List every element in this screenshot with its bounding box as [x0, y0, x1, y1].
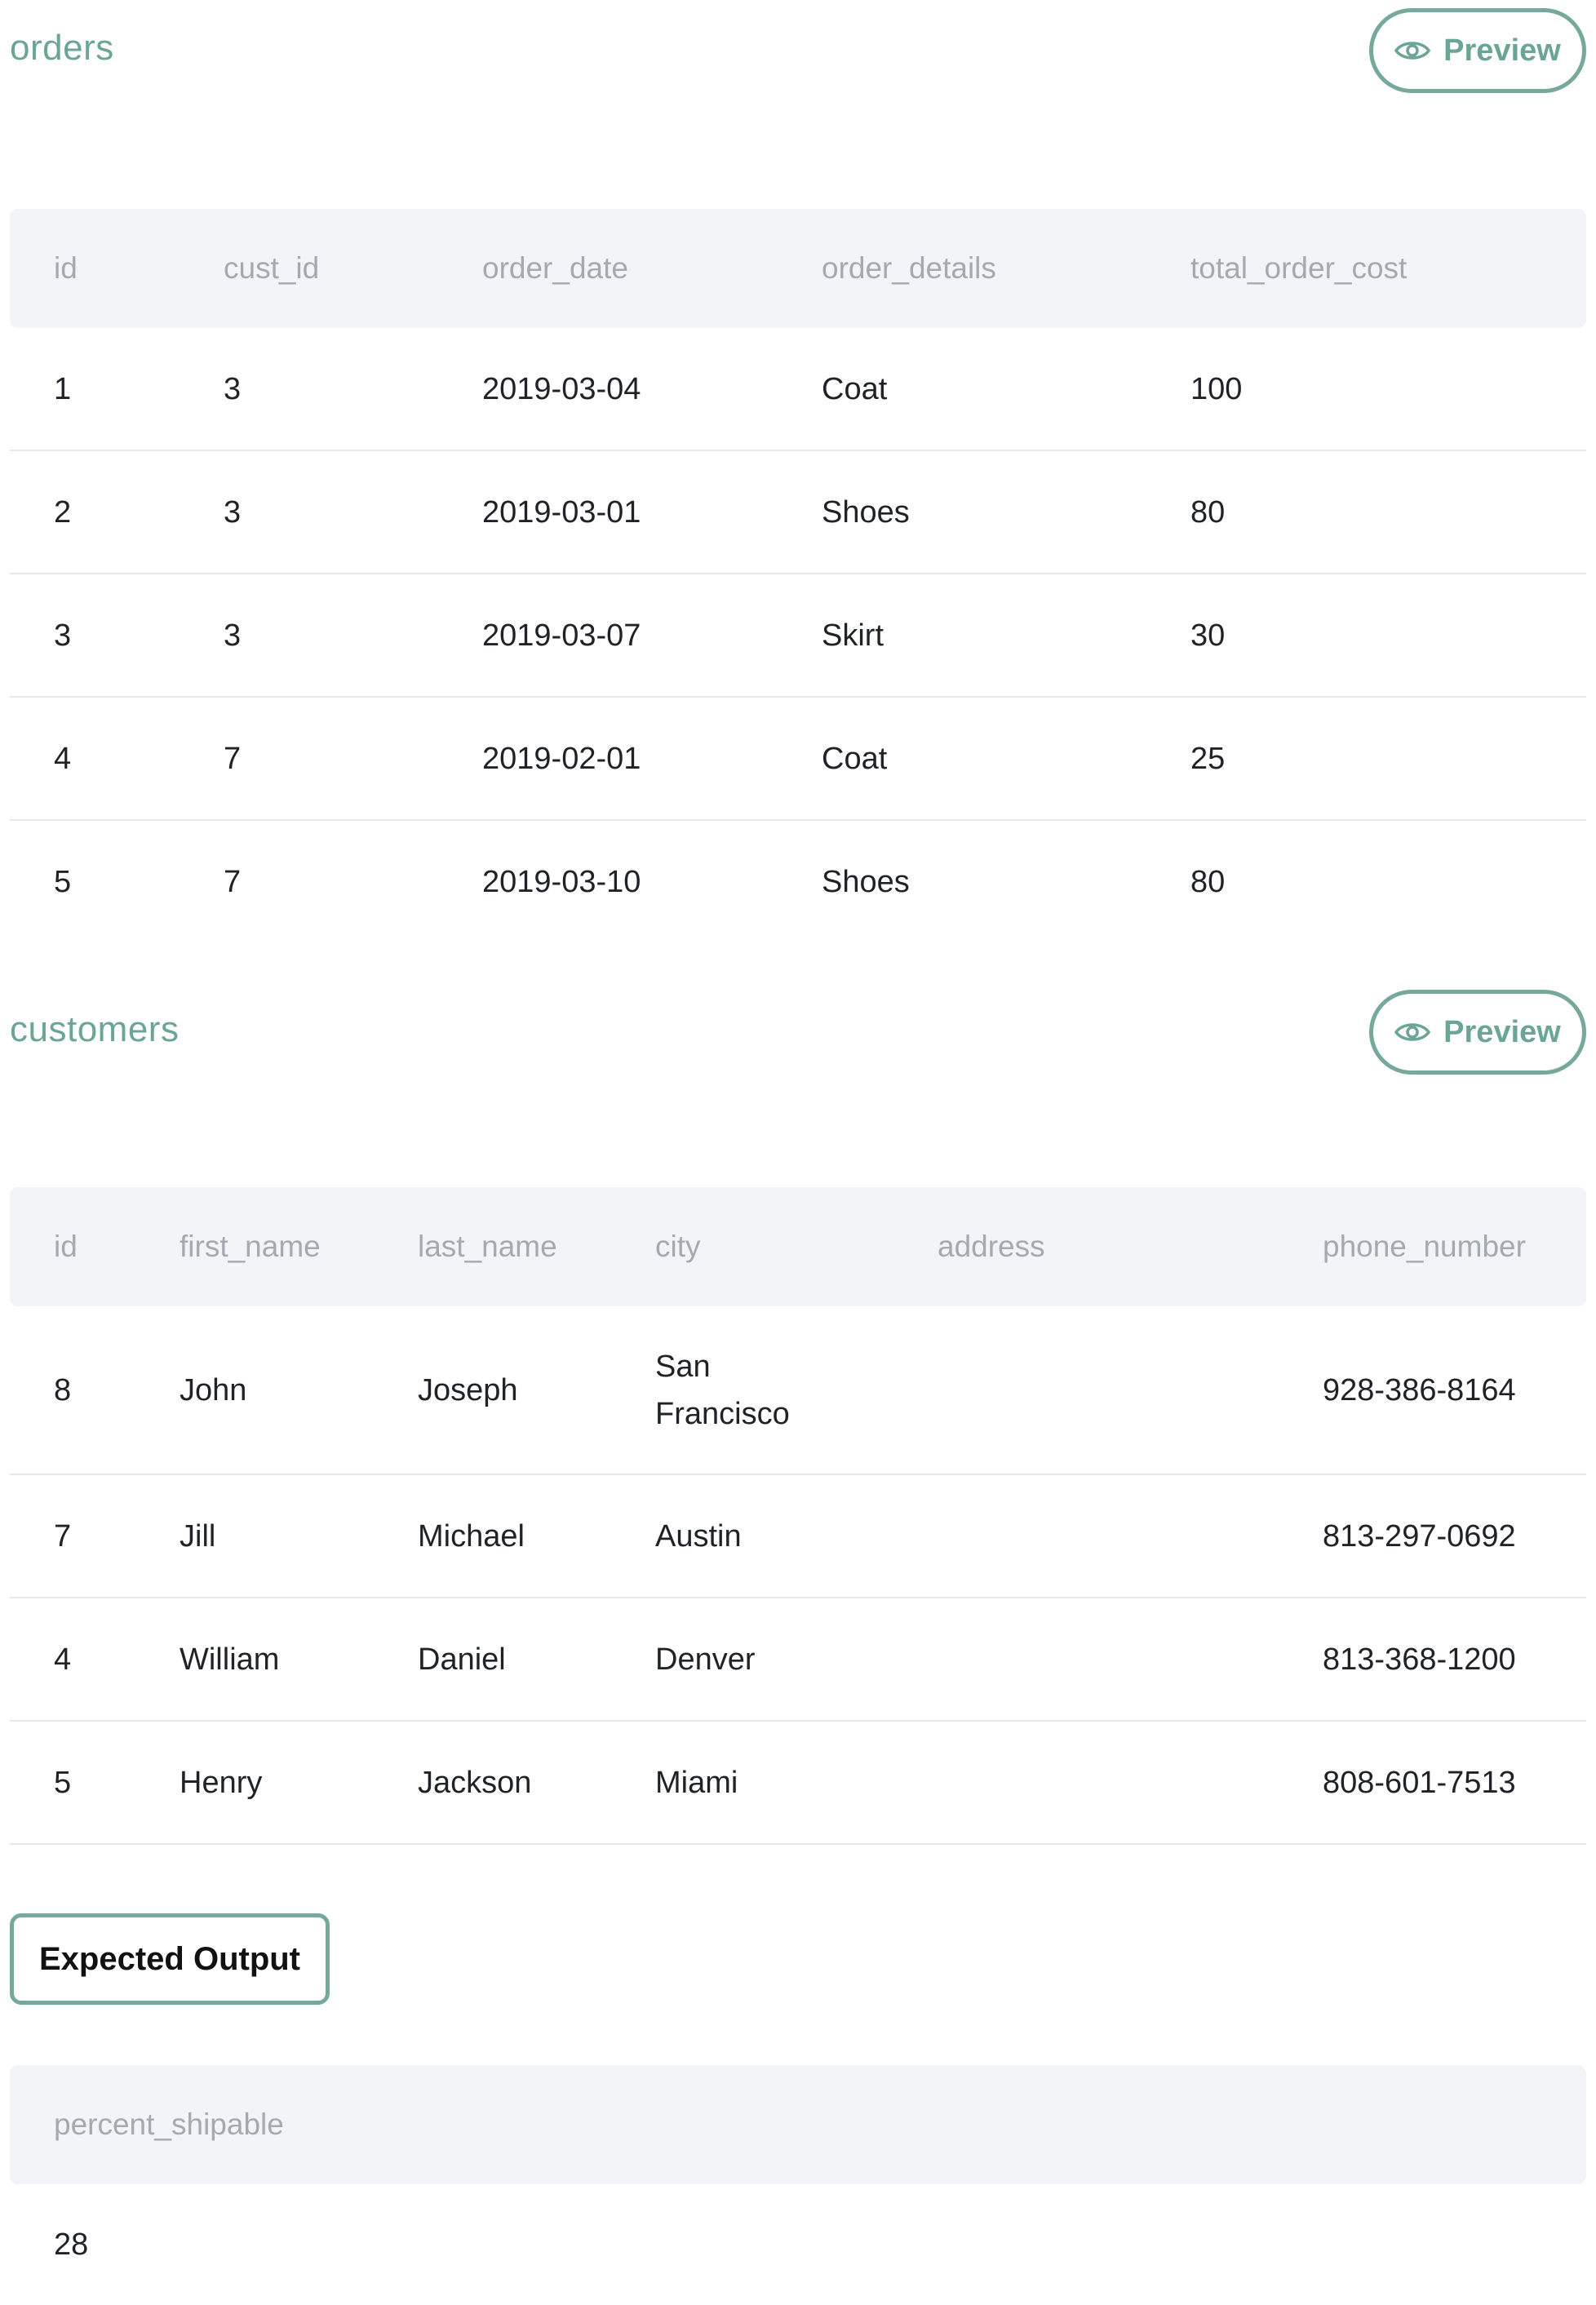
table-cell: Coat [778, 697, 1146, 821]
eye-icon [1394, 42, 1431, 60]
table-cell: Michael [374, 1474, 611, 1598]
customers-table: id first_name last_name city address pho… [10, 1187, 1586, 1845]
table-cell: 3 [180, 328, 438, 451]
customers-header: customers Preview [10, 982, 1586, 1079]
table-cell: 7 [224, 864, 242, 899]
customers-preview-label: Preview [1443, 1014, 1561, 1049]
table-row: 4 William Daniel Denver 813-368-1200 [10, 1598, 1586, 1722]
table-cell: Skirt [778, 574, 1146, 698]
column-header[interactable]: first_name [135, 1187, 374, 1306]
table-cell: 30 [1146, 574, 1586, 698]
table-row: 8 John Joseph San Francisco 928-386-8164 [10, 1306, 1586, 1475]
column-header[interactable]: city [611, 1187, 893, 1306]
table-cell: 813-297-0692 [1279, 1474, 1586, 1598]
customers-preview-button[interactable]: Preview [1369, 990, 1586, 1075]
column-header[interactable]: total_order_cost [1146, 209, 1586, 328]
table-cell: 80 [1190, 864, 1226, 899]
table-cell [893, 1721, 1279, 1845]
table-row: 28 [10, 2184, 1586, 2305]
table-cell: 2019-03-04 [438, 328, 778, 451]
table-cell: 2 [10, 450, 180, 574]
table-cell: 8 [10, 1306, 135, 1475]
table-cell: 25 [1146, 697, 1586, 821]
table-row: 7 Jill Michael Austin 813-297-0692 [10, 1474, 1586, 1598]
table-cell: Shoes [822, 864, 910, 899]
orders-header-row: id cust_id order_date order_details tota… [10, 209, 1586, 328]
table-cell: Joseph [374, 1306, 611, 1475]
table-cell: Miami [611, 1721, 893, 1845]
table-row: 5 Henry Jackson Miami 808-601-7513 [10, 1721, 1586, 1845]
table-cell: 2019-03-07 [438, 574, 778, 698]
table-cell: 813-368-1200 [1279, 1598, 1586, 1722]
table-row: 5 7 2019-03-10 Shoes 80 [10, 820, 1586, 942]
table-cell: 3 [180, 450, 438, 574]
column-header[interactable]: address [893, 1187, 1279, 1306]
table-cell: Shoes [778, 450, 1146, 574]
expected-output-table: percent_shipable 28 [10, 2065, 1586, 2305]
table-cell: Austin [611, 1474, 893, 1598]
table-cell: San Francisco [611, 1306, 893, 1475]
table-cell: 5 [54, 864, 72, 899]
table-cell: 2019-02-01 [438, 697, 778, 821]
orders-table: id cust_id order_date order_details tota… [10, 209, 1586, 942]
expected-output-button[interactable]: Expected Output [10, 1913, 330, 2005]
table-cell [893, 1598, 1279, 1722]
orders-title: orders [10, 28, 114, 68]
table-cell: 7 [180, 697, 438, 821]
table-row: 2 3 2019-03-01 Shoes 80 [10, 450, 1586, 574]
table-row: 1 3 2019-03-04 Coat 100 [10, 328, 1586, 451]
table-cell: 3 [10, 574, 180, 698]
table-cell: 3 [180, 574, 438, 698]
table-cell: 80 [1146, 450, 1586, 574]
table-cell: 2019-03-01 [438, 450, 778, 574]
table-cell: 4 [10, 697, 180, 821]
table-cell: 4 [10, 1598, 135, 1722]
table-cell: Henry [135, 1721, 374, 1845]
customers-header-row: id first_name last_name city address pho… [10, 1187, 1586, 1306]
column-header[interactable]: id [10, 1187, 135, 1306]
table-cell: 100 [1146, 328, 1586, 451]
column-header[interactable]: order_details [778, 209, 1146, 328]
table-cell: 2019-03-10 [482, 864, 641, 899]
table-cell: John [135, 1306, 374, 1475]
eye-icon [1394, 1023, 1431, 1041]
column-header[interactable]: last_name [374, 1187, 611, 1306]
table-cell: 28 [54, 2227, 89, 2262]
table-row: 4 7 2019-02-01 Coat 25 [10, 697, 1586, 821]
table-cell: 928-386-8164 [1279, 1306, 1586, 1475]
page: orders Preview id cust_id order_date ord… [10, 0, 1586, 2305]
table-cell: 808-601-7513 [1279, 1721, 1586, 1845]
orders-header: orders Preview [10, 0, 1586, 98]
table-cell: Coat [778, 328, 1146, 451]
orders-preview-button[interactable]: Preview [1369, 8, 1586, 93]
table-cell [893, 1474, 1279, 1598]
column-header[interactable]: id [10, 209, 180, 328]
table-cell: Daniel [374, 1598, 611, 1722]
table-cell [893, 1306, 1279, 1475]
customers-title: customers [10, 1009, 180, 1049]
column-header[interactable]: percent_shipable [10, 2065, 1586, 2184]
table-cell: Jill [135, 1474, 374, 1598]
table-cell: 7 [10, 1474, 135, 1598]
table-cell: Denver [611, 1598, 893, 1722]
orders-preview-label: Preview [1443, 33, 1561, 68]
table-cell: 1 [10, 328, 180, 451]
table-cell: 5 [10, 1721, 135, 1845]
expected-header-row: percent_shipable [10, 2065, 1586, 2184]
column-header[interactable]: phone_number [1279, 1187, 1586, 1306]
column-header[interactable]: cust_id [180, 209, 438, 328]
column-header[interactable]: order_date [438, 209, 778, 328]
table-cell: William [135, 1598, 374, 1722]
table-cell: Jackson [374, 1721, 611, 1845]
expected-output-header: Expected Output [10, 1845, 1586, 2065]
table-row: 3 3 2019-03-07 Skirt 30 [10, 574, 1586, 698]
